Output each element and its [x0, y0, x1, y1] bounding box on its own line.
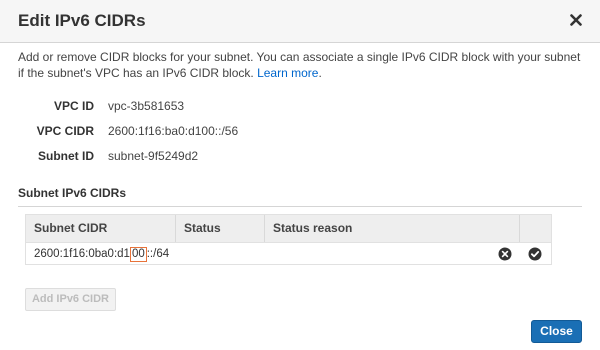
description-suffix: . [318, 66, 322, 80]
subnet-id-label: Subnet ID [38, 149, 94, 163]
subnet-id-value: subnet-9f5249d2 [108, 149, 199, 163]
vpc-id-row: VPC ID vpc-3b581653 [18, 99, 578, 115]
check-circle-icon[interactable] [528, 247, 542, 261]
subnet-id-row: Subnet ID subnet-9f5249d2 [18, 149, 578, 165]
remove-circle-icon[interactable] [498, 247, 512, 261]
table-row: 2600:1f16:0ba0:d1 00::/64 [26, 243, 551, 265]
add-ipv6-cidr-button[interactable]: Add IPv6 CIDR [25, 288, 116, 311]
close-x-icon[interactable] [566, 9, 586, 31]
dialog-description: Add or remove CIDR blocks for your subne… [18, 49, 584, 81]
cidr-editable-segment[interactable]: 00 [129, 247, 147, 262]
column-header-status: Status [176, 215, 265, 242]
cidr-prefix: 2600:1f16:0ba0:d1 [34, 248, 130, 260]
column-header-actions [520, 215, 551, 242]
vpc-cidr-value: 2600:1f16:ba0:d100::/56 [108, 124, 239, 138]
section-divider [18, 206, 582, 207]
vpc-cidr-row: VPC CIDR 2600:1f16:ba0:d100::/56 [18, 124, 578, 140]
vpc-id-label: VPC ID [53, 99, 94, 113]
subnet-ipv6-cidrs-heading: Subnet IPv6 CIDRs [18, 186, 127, 200]
dialog-title: Edit IPv6 CIDRs [18, 11, 146, 30]
dialog-header: Edit IPv6 CIDRs [0, 0, 600, 43]
column-header-subnet-cidr: Subnet CIDR [26, 215, 176, 242]
cidr-suffix: ::/64 [146, 248, 170, 260]
learn-more-link[interactable]: Learn more [257, 66, 318, 80]
ipv6-cidrs-table: Subnet CIDR Status Status reason 2600:1f… [25, 214, 552, 265]
edit-ipv6-cidrs-dialog: Edit IPv6 CIDRs Add or remove CIDR block… [0, 0, 600, 350]
close-button[interactable]: Close [531, 320, 582, 343]
subnet-cidr-input[interactable]: 2600:1f16:0ba0:d1 00::/64 [34, 247, 169, 262]
column-header-status-reason: Status reason [265, 215, 520, 242]
vpc-id-value: vpc-3b581653 [108, 99, 185, 113]
vpc-cidr-label: VPC CIDR [36, 124, 94, 138]
table-header: Subnet CIDR Status Status reason [26, 215, 551, 243]
